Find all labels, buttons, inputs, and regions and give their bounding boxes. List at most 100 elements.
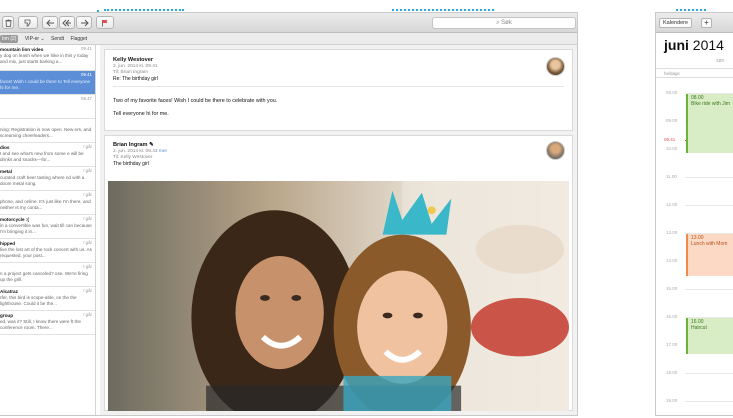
message-time: I går	[83, 168, 92, 173]
mail-toolbar: ⌕ Søk	[0, 13, 577, 33]
callout-guide-left	[104, 9, 184, 11]
message-subject	[0, 97, 92, 103]
calendar-event[interactable]: 08.00 Bike ride with Jim	[686, 94, 733, 153]
message-time: I går	[83, 144, 92, 149]
message-list-item[interactable]: I går phone, and online. It's just like I…	[0, 191, 95, 215]
message-time: 09.41	[81, 72, 92, 77]
message-list-item[interactable]: I går metal curated craft beer tasting whe…	[0, 167, 95, 191]
callout-guide-calendar	[676, 9, 706, 11]
message-body-line: Two of my favorite faces! Wish I could b…	[113, 98, 278, 104]
hour-label: 14.00	[666, 258, 678, 263]
message-list-item[interactable]: ning: Registration is now open. New ers,…	[0, 119, 95, 143]
search-field[interactable]: ⌕ Søk	[432, 17, 576, 29]
message-time: I går	[83, 288, 92, 293]
hour-gridline	[685, 289, 733, 290]
message-to: Til: Brian Ingram	[113, 70, 149, 75]
sender-name: Brian Ingram ✎	[113, 142, 154, 148]
all-day-label: heldags	[664, 71, 680, 76]
message-list-item[interactable]: I går dios t and see what's new from some …	[0, 143, 95, 167]
message-list-item[interactable]: 09.41 faces! Wish I could be there to Tel…	[0, 71, 95, 95]
hour-label: 11.00	[666, 174, 677, 179]
favorite-sent[interactable]: Sendt	[51, 36, 64, 42]
reply-all-icon	[62, 19, 71, 27]
flag-icon	[101, 20, 107, 27]
message-date: 2. jun. 2014 kl. 08.43 mer	[113, 149, 168, 154]
message-preview: phone, and online. It's just like I'm th…	[0, 199, 91, 210]
message-time: 08.47	[81, 96, 92, 101]
message-preview: t and see what's new from some e will be…	[0, 151, 84, 162]
header-divider	[113, 86, 564, 87]
avatar	[546, 141, 565, 160]
message-list-item[interactable]: 08.47	[0, 95, 95, 119]
hour-label: 19.00	[666, 398, 678, 403]
attached-photo	[108, 181, 569, 411]
message-subject: The birthday girl	[113, 161, 149, 167]
message-preview: rfer, this bird is scope-able, on the th…	[0, 295, 77, 306]
reply-icon	[45, 19, 54, 27]
hour-gridline	[685, 205, 733, 206]
avatar	[546, 57, 565, 76]
forward-button[interactable]	[76, 16, 92, 29]
thumbs-down-icon	[24, 19, 31, 27]
message-list-item[interactable]: I går motorcycle :(in a convertible was f…	[0, 215, 95, 239]
message-time: 09.41	[81, 46, 92, 51]
add-event-button[interactable]: +	[701, 18, 712, 28]
message-body-line: Tell everyone hi for me.	[113, 111, 169, 117]
search-placeholder: Søk	[501, 20, 512, 26]
message-list: 09.41 mountain lion video y dog on leash w…	[0, 45, 96, 415]
calendar-month-title: juni 2014	[664, 37, 724, 53]
message-date: 2. jun. 2014 kl. 09.41	[113, 64, 158, 69]
trash-button[interactable]	[2, 16, 14, 29]
trash-icon	[5, 19, 11, 27]
more-link[interactable]: mer	[159, 149, 167, 154]
day-header: søn.	[716, 58, 726, 64]
calendar-window: Kalendere + juni 2014 søn. heldags 08.00…	[655, 12, 733, 416]
junk-button[interactable]	[18, 16, 38, 29]
hour-label: 08.00	[666, 90, 678, 95]
calendar-event[interactable]: 13.00 Lunch with Mom	[686, 234, 733, 276]
favorite-inbox[interactable]: Inn (2)	[0, 35, 19, 43]
favorite-vips[interactable]: VIP-er ⌄	[25, 36, 45, 42]
message-to: Til: Kelly Westover	[113, 155, 153, 160]
reply-button[interactable]	[42, 16, 58, 29]
favorite-flagged[interactable]: Flagget	[70, 36, 87, 42]
favorites-bar-extension	[100, 33, 577, 45]
hour-label: 10.00	[666, 146, 678, 151]
message-preview: ning: Registration is now open. New ers,…	[0, 127, 92, 138]
message-preview: faces! Wish I could be there to Tell eve…	[0, 79, 91, 90]
hour-label: 16.00	[666, 314, 678, 319]
callout-guide-right	[392, 9, 494, 11]
message-viewer: Kelly Westover 2. jun. 2014 kl. 09.41 Ti…	[100, 45, 577, 415]
message-time: I går	[83, 240, 92, 245]
hour-label: 17.00	[666, 342, 678, 347]
message-time: I går	[83, 264, 92, 269]
flag-button[interactable]	[96, 16, 114, 29]
message-time: I går	[83, 312, 92, 317]
hour-gridline	[685, 177, 733, 178]
event-title: Haircut	[691, 324, 707, 331]
message-time: I går	[83, 216, 92, 221]
reply-all-button[interactable]	[59, 16, 75, 29]
hour-gridline	[685, 373, 733, 374]
event-title: Bike ride with Jim	[691, 100, 730, 107]
favorites-bar: Inn (2) VIP-er ⌄ Sendt Flagget	[0, 33, 100, 45]
message-list-item[interactable]: 09.41 mountain lion video y dog on leash w…	[0, 45, 95, 71]
message-list-item[interactable]: I går hipped live the lost art of the rock…	[0, 239, 95, 263]
message-list-item[interactable]: I går n a project gets canceled? ose. We'…	[0, 263, 95, 287]
hour-label: 18.00	[666, 370, 678, 375]
message-preview: in a convertible was fun, wait till can …	[0, 223, 92, 234]
message-preview: n a project gets canceled? ose. We're fi…	[0, 271, 88, 282]
calendar-event[interactable]: 16.00 Haircut	[686, 318, 733, 354]
all-day-row: heldags	[656, 68, 733, 78]
message-list-item[interactable]: I går group ed, was it? Still, I know ther…	[0, 311, 95, 335]
hour-label: 09.00	[666, 118, 678, 123]
message-preview: ed, was it? Still, I know there were ft …	[0, 319, 81, 330]
message-kelly: Kelly Westover 2. jun. 2014 kl. 09.41 Ti…	[104, 49, 573, 131]
year: 2014	[692, 37, 724, 53]
message-time: I går	[83, 192, 92, 197]
calendars-button[interactable]: Kalendere	[659, 18, 693, 28]
hour-gridline	[685, 401, 733, 402]
message-list-item[interactable]: I går Alcatraz rfer, this bird is scope-ab…	[0, 287, 95, 311]
event-title: Lunch with Mom	[691, 240, 728, 247]
current-time-label: 09.41	[664, 137, 676, 142]
